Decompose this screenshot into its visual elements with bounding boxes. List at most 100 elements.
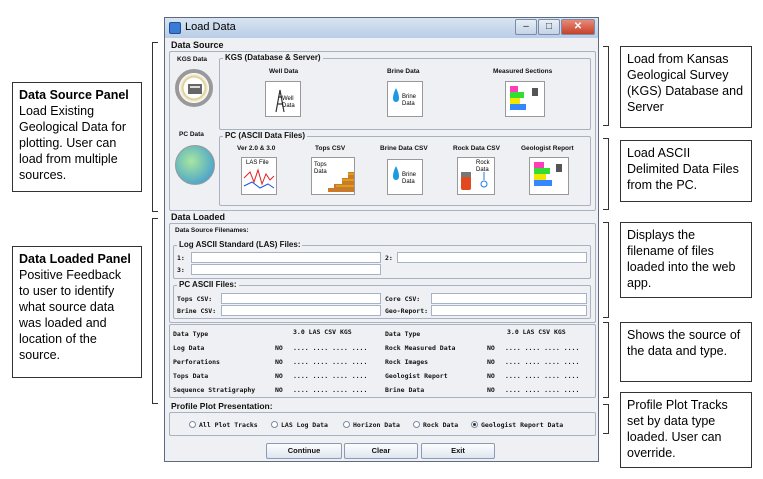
exit-button[interactable]: Exit — [421, 443, 495, 459]
row-left-dots: .... .... .... .... — [293, 358, 368, 366]
measured-sections-label: Measured Sections — [493, 68, 553, 75]
profile-title: Profile Plot Presentation: — [171, 401, 273, 411]
callout-data-source-panel: Data Source Panel Load Existing Geologic… — [12, 82, 142, 192]
radio-label: LAS Log Data — [281, 421, 328, 429]
row-right-dots: .... .... .... .... — [505, 344, 580, 352]
bracket-loaded — [152, 218, 158, 404]
close-button[interactable]: ✕ — [561, 19, 595, 35]
row-right-name: Rock Measured Data — [385, 344, 456, 352]
row-right-dots: .... .... .... .... — [505, 372, 580, 380]
measured-sections-icon[interactable] — [505, 81, 545, 117]
table-header-left: Data Type — [173, 330, 209, 338]
row-right-name: Brine Data — [385, 386, 425, 394]
well-data-icon[interactable]: Well Data — [265, 81, 301, 117]
callout-data-loaded-panel: Data Loaded Panel Positive Feedback to u… — [12, 246, 142, 378]
bracket-filenames — [603, 222, 609, 318]
row-left-name: Log Data — [173, 344, 205, 352]
row-right-name: Rock Images — [385, 358, 429, 366]
callout-ascii: Load ASCII Delimited Data Files from the… — [620, 140, 752, 202]
rock-csv-label: Rock Data CSV — [453, 145, 500, 152]
callout-title: Data Loaded Panel — [19, 252, 131, 266]
pc-data-globe-button[interactable] — [175, 145, 215, 185]
tops-data-icon[interactable]: Tops Data — [311, 157, 355, 195]
callout-filenames: Displays the filename of files loaded in… — [620, 222, 752, 298]
kgs-group-title: KGS (Database & Server) — [223, 53, 323, 62]
bracket-source-type — [603, 322, 609, 398]
bracket-ascii — [603, 138, 609, 210]
las-file-2-field[interactable] — [397, 252, 587, 263]
callout-source-type: Shows the source of the data and type. — [620, 322, 752, 382]
core-csv-file-label: Core CSV: — [385, 295, 421, 303]
row-right-val: NO — [487, 386, 495, 394]
row-left-val: NO — [275, 372, 283, 380]
tops-data-icon-text: Tops Data — [314, 162, 327, 175]
row-right-val: NO — [487, 372, 495, 380]
brine-csv-label: Brine Data CSV — [380, 145, 428, 152]
core-csv-field[interactable] — [431, 293, 587, 304]
radio-horizon-data[interactable] — [343, 421, 350, 428]
filenames-title: Data Source Filenames: — [175, 227, 249, 234]
radio-label: Rock Data — [423, 421, 459, 429]
data-source-title: Data Source — [171, 40, 224, 50]
brine-csv-icon-text: Brine Data — [402, 172, 417, 185]
las-file-3-label: 3: — [177, 266, 185, 274]
row-right-dots: .... .... .... .... — [505, 358, 580, 366]
bracket-source — [152, 42, 158, 212]
las-version-label: Ver 2.0 & 3.0 — [237, 145, 276, 152]
data-loaded-title: Data Loaded — [171, 212, 226, 222]
well-data-icon-text: Well Data — [282, 96, 295, 109]
title-bar[interactable]: Load Data – □ ✕ — [165, 18, 598, 38]
row-left-dots: .... .... .... .... — [293, 386, 368, 394]
callout-tracks: Profile Plot Tracks set by data type loa… — [620, 392, 752, 468]
brine-data-icon[interactable]: Brine Data — [387, 81, 423, 117]
callout-body: Load Existing Geological Data for plotti… — [19, 104, 127, 182]
row-left-val: NO — [275, 358, 283, 366]
tops-csv-label: Tops CSV — [315, 145, 346, 152]
radio-las-log-data[interactable] — [271, 421, 278, 428]
geo-report-field[interactable] — [431, 305, 587, 316]
radio-rock-data[interactable] — [413, 421, 420, 428]
row-left-name: Tops Data — [173, 372, 209, 380]
brine-data-label: Brine Data — [387, 68, 420, 75]
brine-csv-field[interactable] — [221, 305, 381, 316]
las-file-2-label: 2: — [385, 254, 393, 262]
row-right-dots: .... .... .... .... — [505, 386, 580, 394]
row-right-name: Geologist Report — [385, 372, 448, 380]
las-file-3-field[interactable] — [191, 264, 381, 275]
java-app-icon — [169, 22, 181, 34]
las-file-icon-text: LAS File — [246, 160, 269, 166]
radio-geologist-report-data[interactable] — [471, 421, 478, 428]
row-right-val: NO — [487, 358, 495, 366]
brine-csv-icon[interactable]: Brine Data — [387, 159, 423, 195]
maximize-button[interactable]: □ — [538, 19, 560, 35]
brine-data-icon-text: Brine Data — [402, 94, 417, 107]
pc-group-title: PC (ASCII Data Files) — [223, 131, 308, 140]
clear-button[interactable]: Clear — [344, 443, 418, 459]
rock-data-icon[interactable]: Rock Data — [457, 157, 495, 195]
radio-label: Geologist Report Data — [481, 421, 564, 429]
bracket-kgs — [603, 46, 609, 126]
table-cols-left: 3.0 LAS CSV KGS — [293, 328, 352, 336]
rock-data-icon-text: Rock Data — [476, 160, 490, 173]
well-data-label: Well Data — [269, 68, 299, 75]
minimize-button[interactable]: – — [515, 19, 537, 35]
radio-all-plot-tracks[interactable] — [189, 421, 196, 428]
geo-report-file-label: Geo-Report: — [385, 307, 429, 315]
row-left-dots: .... .... .... .... — [293, 344, 368, 352]
table-cols-right: 3.0 LAS CSV KGS — [507, 328, 566, 336]
pc-data-label: PC Data — [179, 131, 204, 138]
las-file-1-field[interactable] — [191, 252, 381, 263]
kgs-data-label: KGS Data — [177, 56, 207, 63]
continue-button[interactable]: Continue — [266, 443, 342, 459]
las-file-icon[interactable]: LAS File — [241, 157, 277, 195]
row-left-val: NO — [275, 386, 283, 394]
callout-kgs: Load from Kansas Geological Survey (KGS)… — [620, 46, 752, 128]
geologist-report-icon[interactable] — [529, 157, 569, 195]
geologist-report-label: Geologist Report — [521, 145, 574, 152]
callout-title: Data Source Panel — [19, 88, 129, 102]
kgs-logo-button[interactable] — [175, 69, 213, 107]
row-left-name: Perforations — [173, 358, 220, 366]
row-left-val: NO — [275, 344, 283, 352]
las-file-1-label: 1: — [177, 254, 185, 262]
tops-csv-field[interactable] — [221, 293, 381, 304]
